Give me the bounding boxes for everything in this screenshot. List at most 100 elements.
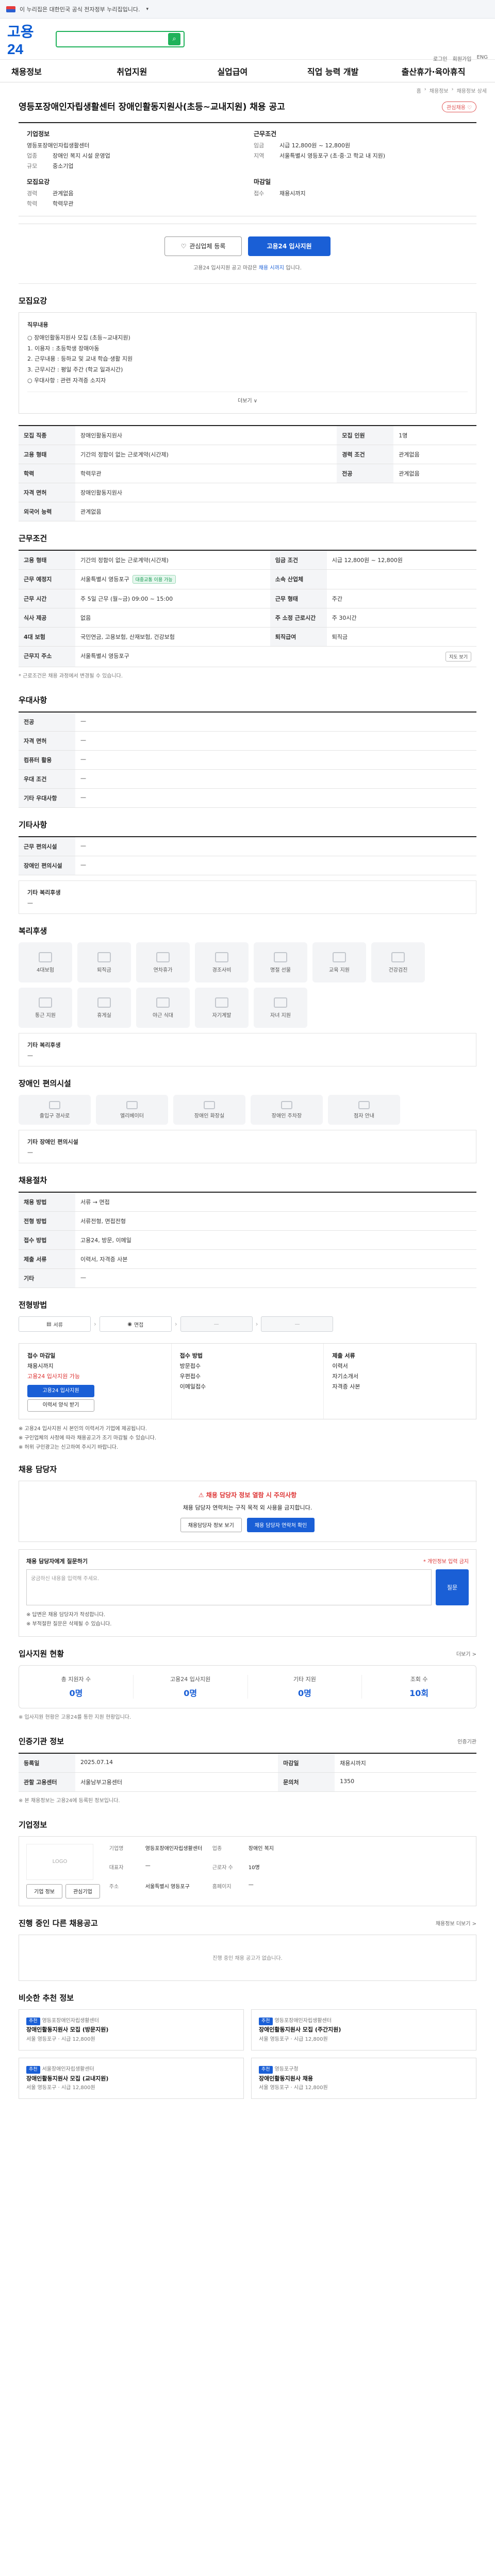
section-title: 비슷한 추천 정보 <box>19 1993 74 2003</box>
reg-head: 인증기관 정보 인증기관 <box>19 1736 476 1747</box>
breadcrumb-home[interactable]: 홈 <box>417 87 421 94</box>
summary-company-name[interactable]: 영등포장애인자립생활센터 <box>27 141 89 149</box>
related-title[interactable]: 장애인활동지원사 모집 (주간지원) <box>259 2025 469 2035</box>
process-step: — <box>261 1316 334 1332</box>
facility-etc-box: 기타 장애인 편의시설 — <box>19 1130 476 1164</box>
welfare-card: 연차휴가 <box>136 942 190 983</box>
table-key: 채용 방법 <box>19 1192 75 1212</box>
util-join[interactable]: 회원가입 <box>453 55 472 62</box>
like-button[interactable]: 관심채용 ♡ <box>442 101 476 112</box>
welfare-card: 퇴직금 <box>77 942 131 983</box>
table-row: 고용 형태 기간의 정함이 없는 근로계약(시간제) 임금 조건 시급 12,800원… <box>19 550 476 570</box>
related-org: 영등포장애인자립생활센터 <box>274 2018 332 2024</box>
site-logo[interactable]: 고용24 <box>7 21 48 58</box>
nav-item-unemployment[interactable]: 실업급여 <box>182 65 283 77</box>
table-value: 2025.07.14 <box>75 1753 278 1773</box>
table-value: 서울남부고용센터 <box>75 1772 278 1792</box>
more-button[interactable]: 더보기 ∨ <box>27 392 468 406</box>
company-info: 기업명 영등포장애인자립생활센터 업종 장애인 복지 대표자 — 근로자 수 10명 주소 서… <box>109 1844 316 1899</box>
welfare-label: 경조사비 <box>212 967 232 973</box>
table-key: 근무 형태 <box>270 589 327 609</box>
related-section: 비슷한 추천 정보 추천 영등포장애인자립생활센터 장애인활동지원사 모집 (방문… <box>0 1981 495 2099</box>
recruit-table: 모집 직종 장애인활동지원사 모집 인원 1명 고용 형태 기간의 정함이 없는 근로계… <box>19 425 476 522</box>
apply-note: 고용24 입사지원 공고 마감은 채용 시까지 입니다. <box>19 263 476 284</box>
table-key: 제출 서류 <box>19 1249 75 1269</box>
breadcrumb-jobs[interactable]: 채용정보 <box>430 87 449 94</box>
table-key: 기타 <box>19 1268 75 1289</box>
nav-item-training[interactable]: 직업 능력 개발 <box>283 65 383 77</box>
table-key: 전형 방법 <box>19 1211 75 1231</box>
restroom-icon <box>204 1100 215 1109</box>
company-like-button[interactable]: 관심기업 <box>65 1884 100 1899</box>
table-key: 컴퓨터 활용 <box>19 750 75 770</box>
summary-recruit-label: 모집요강 <box>27 178 50 185</box>
notice-item: ※ 고용24 입사지원 시 본인의 이력서가 기업에 제공됩니다. <box>19 1426 147 1432</box>
table-key: 모집 인원 <box>337 426 394 446</box>
desc-line: 2. 근무내용 : 등하교 및 교내 학습·생활 지원 <box>27 355 133 363</box>
interest-company-button[interactable]: ♡ 관심업체 등록 <box>164 236 242 256</box>
apply-method-section: 접수 마감일 채용시까지 고용24 입사지원 가능 고용24 입사지원 이력서 … <box>0 1332 495 1452</box>
process-steps: ▤ 서류 › ◉ 면접 › — › — <box>19 1316 476 1332</box>
nav-item-jobs[interactable]: 채용정보 <box>11 65 81 77</box>
apply-button[interactable]: 고용24 입사지원 <box>248 236 331 256</box>
nav-item-leave[interactable]: 출산휴가·육아휴직 <box>383 65 484 77</box>
related-card[interactable]: 추천 서울장애인자립생활센터 장애인활동지원사 모집 (교내지원) 서울 영등포구… <box>19 2057 244 2099</box>
table-key: 자격 면허 <box>19 483 75 503</box>
table-row: 4대 보험 국민연금, 고용보험, 산재보험, 건강보험 퇴직급여 퇴직금 <box>19 627 476 647</box>
stats-more-link[interactable]: 더보기 > <box>456 1650 476 1657</box>
facility-card: 엘리베이터 <box>96 1095 168 1125</box>
table-key: 기타 우대사항 <box>19 788 75 808</box>
table-key: 고용 형태 <box>19 445 75 465</box>
related-card[interactable]: 추천 영등포장애인자립생활센터 장애인활동지원사 모집 (주간지원) 서울 영등포… <box>251 2009 476 2050</box>
summary-deadline-label: 마감일 <box>254 178 271 185</box>
table-key: 경력 조건 <box>337 445 394 465</box>
related-meta: 서울 영등포구 · 시급 12,800원 <box>259 2085 328 2091</box>
table-key: 근무 예정지 <box>19 569 75 590</box>
table-row: 등록일 2025.07.14 마감일 채용시까지 <box>19 1753 476 1773</box>
related-title[interactable]: 장애인활동지원사 모집 (방문지원) <box>26 2025 236 2035</box>
util-login[interactable]: 로그인 <box>433 55 448 62</box>
related-title[interactable]: 장애인활동지원사 채용 <box>259 2074 469 2084</box>
table-value: 고용24, 방문, 이메일 <box>75 1230 476 1250</box>
table-value: 주간 <box>326 589 476 609</box>
map-button[interactable]: 지도 보기 <box>446 652 471 662</box>
facility-etc-label: 기타 장애인 편의시설 <box>27 1139 78 1146</box>
table-value: 퇴직금 <box>326 627 476 647</box>
desc-section: 모집요강 직무내용 ○ 장애인활동지원사 모집 (초등~교내지원) 1. 이용자… <box>0 284 495 414</box>
section-title: 진행 중인 다른 채용공고 <box>19 1918 98 1928</box>
process-step: ▤ 서류 <box>19 1316 91 1332</box>
summary-value: 서울특별시 영등포구 (초·중·고 학교 내 지원) <box>279 152 386 159</box>
manager-info-button[interactable]: 채용담당자 정보 보기 <box>180 1517 242 1532</box>
related-card[interactable]: 추천 영등포장애인자립생활센터 장애인활동지원사 모집 (방문지원) 서울 영등포… <box>19 2009 244 2050</box>
related-title[interactable]: 장애인활동지원사 모집 (교내지원) <box>26 2074 236 2084</box>
qna-warning: * 개인정보 입력 금지 <box>423 1558 469 1565</box>
summary-recruit: 모집요강 경력 관계없음 학력 학력무관 <box>27 177 241 210</box>
related-card[interactable]: 추천 영등포구청 장애인활동지원사 채용 서울 영등포구 · 시급 12,800원 <box>251 2057 476 2099</box>
company-value: 서울특별시 영등포구 <box>145 1884 190 1890</box>
table-key: 근무 편의시설 <box>19 837 75 857</box>
manager-buttons: 채용담당자 정보 보기 채용 담당자 연락처 확인 <box>28 1517 467 1532</box>
company-logo: LOGO <box>26 1843 93 1880</box>
table-row: 자격 면허 장애인활동지원사 <box>19 483 476 503</box>
qna-label: 채용 담당자에게 질문하기 <box>26 1557 88 1565</box>
table-row: 식사 제공 없음 주 소정 근로시간 주 30시간 <box>19 608 476 628</box>
other-jobs-more-link[interactable]: 채용정보 더보기 > <box>436 1919 476 1927</box>
chevron-down-icon[interactable]: ▾ <box>146 7 149 12</box>
nav-item-support[interactable]: 취업지원 <box>81 65 182 77</box>
apply-now-button[interactable]: 고용24 입사지원 <box>27 1384 94 1397</box>
util-eng[interactable]: ENG <box>476 55 488 62</box>
manager-contact-button[interactable]: 채용 담당자 연락처 확인 <box>246 1517 315 1532</box>
apply-col-line: 이력서 <box>332 1362 348 1369</box>
table-value: — <box>75 769 476 789</box>
related-tag: 추천 <box>26 2065 40 2074</box>
search-icon[interactable]: ⌕ <box>168 32 180 45</box>
search-input[interactable]: ⌕ <box>56 30 185 47</box>
question-submit-button[interactable]: 질문 <box>436 1569 469 1605</box>
resume-form-button[interactable]: 이력서 양식 받기 <box>27 1399 94 1412</box>
table-key: 관할 고용센터 <box>19 1772 75 1792</box>
question-textarea[interactable]: 궁금하신 내용을 입력해 주세요. <box>26 1569 432 1605</box>
company-key: 근로자 수 <box>212 1865 233 1871</box>
company-key: 업종 <box>212 1845 222 1852</box>
arrow-right-icon: › <box>174 1320 177 1328</box>
company-info-button[interactable]: 기업 정보 <box>26 1884 62 1899</box>
